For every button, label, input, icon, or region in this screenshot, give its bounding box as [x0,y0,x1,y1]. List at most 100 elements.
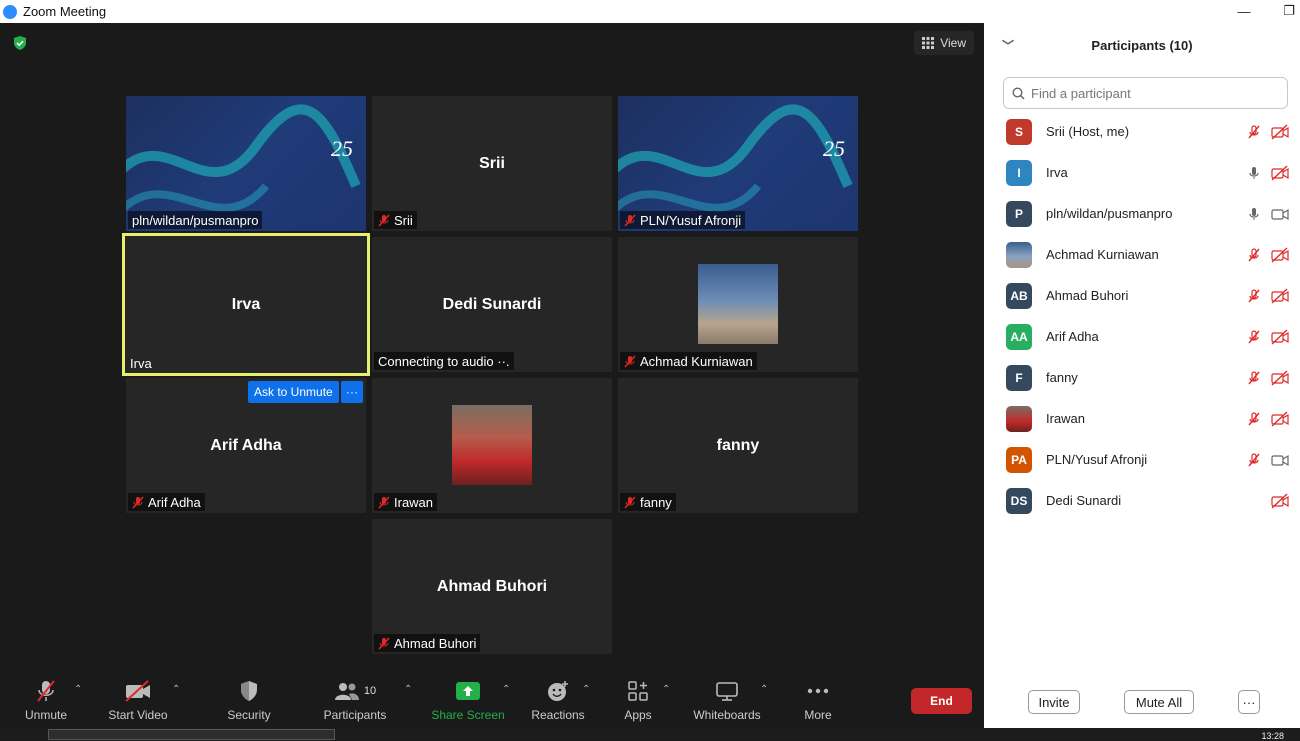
tile-more-options-button[interactable]: ··· [341,381,363,403]
participant-row[interactable]: Ppln/wildan/pusmanpro [984,193,1300,234]
participants-button[interactable]: 10 Participants [322,678,388,722]
unmute-button[interactable]: Unmute [20,678,72,722]
tile-name-label: PLN/Yusuf Afronji [620,211,746,229]
participant-name: Ahmad Buhori [1046,288,1129,303]
video-off-icon[interactable] [1271,123,1289,140]
mic-muted-icon [37,680,55,702]
share-options-caret[interactable]: ⌃ [502,684,510,695]
more-dots-icon [807,688,829,694]
video-tile-dedi[interactable]: Dedi Sunardi Connecting to audio ··. [372,237,612,372]
participant-row[interactable]: DS Dedi Sunardi [984,480,1300,521]
participant-row[interactable]: Ffanny [984,357,1300,398]
collapse-chevron-icon[interactable]: ﹀ [1002,37,1014,54]
participant-search-box[interactable] [1003,77,1288,109]
tile-name-label: Ahmad Buhori [374,634,481,652]
invite-button[interactable]: Invite [1028,690,1080,714]
tile-name-label: fanny [620,493,676,511]
participant-row[interactable]: PA PLN/Yusuf Afronji [984,439,1300,480]
taskbar-search-box[interactable] [48,729,335,740]
profile-photo-person [452,405,532,485]
video-off-icon[interactable] [1271,164,1289,181]
mic-muted-icon[interactable] [1246,288,1262,304]
participant-row[interactable]: S Srii (Host, me) [984,111,1300,152]
video-off-icon[interactable] [1271,369,1289,386]
mic-muted-icon [624,354,636,368]
video-tile-ahmad[interactable]: Ahmad Buhori Ahmad Buhori [372,519,612,654]
tile-center-name: Irva [231,295,261,313]
apps-button[interactable]: Apps [620,678,656,722]
os-taskbar: 13:28 [0,728,1300,741]
mic-muted-icon[interactable] [1246,124,1262,140]
mic-muted-icon[interactable] [1246,247,1262,263]
video-off-icon [125,680,150,702]
whiteboards-button[interactable]: Whiteboards [692,678,762,722]
share-screen-button[interactable]: Share Screen [431,678,505,722]
title-bar: Zoom Meeting — ❐ [0,0,1300,23]
mic-muted-icon[interactable] [1246,411,1262,427]
share-screen-icon [456,682,480,700]
video-options-caret[interactable]: ⌃ [172,684,180,695]
video-tile-achmad[interactable]: Achmad Kurniawan [618,237,858,372]
participant-avatar: PA [1006,446,1032,473]
video-tile-fanny[interactable]: fanny fanny [618,378,858,513]
participant-avatar: DS [1006,487,1032,514]
smiley-icon [548,681,568,701]
mute-all-button[interactable]: Mute All [1124,690,1194,714]
shield-icon [241,681,257,701]
reactions-options-caret[interactable]: ⌃ [582,684,590,695]
reactions-button[interactable]: Reactions [530,678,586,722]
tile-center-name: Arif Adha [210,436,282,454]
apps-options-caret[interactable]: ⌃ [662,684,670,695]
video-tile-irawan[interactable]: Irawan [372,378,612,513]
end-meeting-button[interactable]: End [911,688,972,714]
participant-row[interactable]: I Irva [984,152,1300,193]
video-off-icon[interactable] [1271,328,1289,345]
participants-options-caret[interactable]: ⌃ [404,684,412,695]
video-icon[interactable] [1271,452,1289,468]
participant-row[interactable]: AB Ahmad Buhori [984,275,1300,316]
search-icon [1012,86,1025,100]
video-tile-irva-active-speaker[interactable]: Irva Irva [122,233,370,376]
whiteboards-options-caret[interactable]: ⌃ [760,684,768,695]
video-off-icon[interactable] [1271,246,1289,263]
view-button[interactable]: View [914,31,974,55]
mic-icon[interactable] [1246,165,1262,181]
participant-name: Irva [1046,165,1068,180]
participant-name: pln/wildan/pusmanpro [1046,206,1173,221]
video-tile-wildan[interactable]: 25 pln/wildan/pusmanpro [126,96,366,231]
participant-avatar: AA [1006,323,1032,350]
participant-name: Irawan [1046,411,1086,426]
participants-panel-header: ﹀ Participants (10) [984,23,1300,67]
participant-row[interactable]: Achmad Kurniawan [984,234,1300,275]
video-tile-srii[interactable]: Srii Srii [372,96,612,231]
security-button[interactable]: Security [224,678,274,722]
tile-center-name: Ahmad Buhori [436,577,548,595]
mic-icon[interactable] [1246,206,1262,222]
tile-name-label: Srii [374,211,417,229]
svg-text:25: 25 [823,136,845,161]
encryption-shield-icon[interactable] [12,35,28,51]
zoom-logo-icon [3,4,17,19]
minimize-button[interactable]: — [1229,2,1259,20]
participant-name: fanny [1046,370,1078,385]
mic-muted-icon[interactable] [1246,370,1262,386]
video-off-icon[interactable] [1271,410,1289,427]
video-off-icon[interactable] [1271,492,1289,509]
mic-muted-icon[interactable] [1246,452,1262,468]
video-tile-yusuf[interactable]: 25 PLN/Yusuf Afronji [618,96,858,231]
participant-search-input[interactable] [1031,85,1271,101]
ask-to-unmute-button[interactable]: Ask to Unmute [248,381,339,403]
start-video-button[interactable]: Start Video [106,678,170,722]
participants-icon [334,683,359,700]
mic-muted-icon[interactable] [1246,329,1262,345]
panel-more-button[interactable]: ··· [1238,690,1260,714]
tile-name-label: Achmad Kurniawan [620,352,757,370]
more-button[interactable]: More [800,678,836,722]
audio-options-caret[interactable]: ⌃ [74,684,82,695]
video-off-icon[interactable] [1271,287,1289,304]
video-icon[interactable] [1271,206,1289,222]
mic-muted-icon [624,495,636,509]
participant-row[interactable]: AA Arif Adha [984,316,1300,357]
restore-button[interactable]: ❐ [1274,2,1300,20]
participant-row[interactable]: Irawan [984,398,1300,439]
